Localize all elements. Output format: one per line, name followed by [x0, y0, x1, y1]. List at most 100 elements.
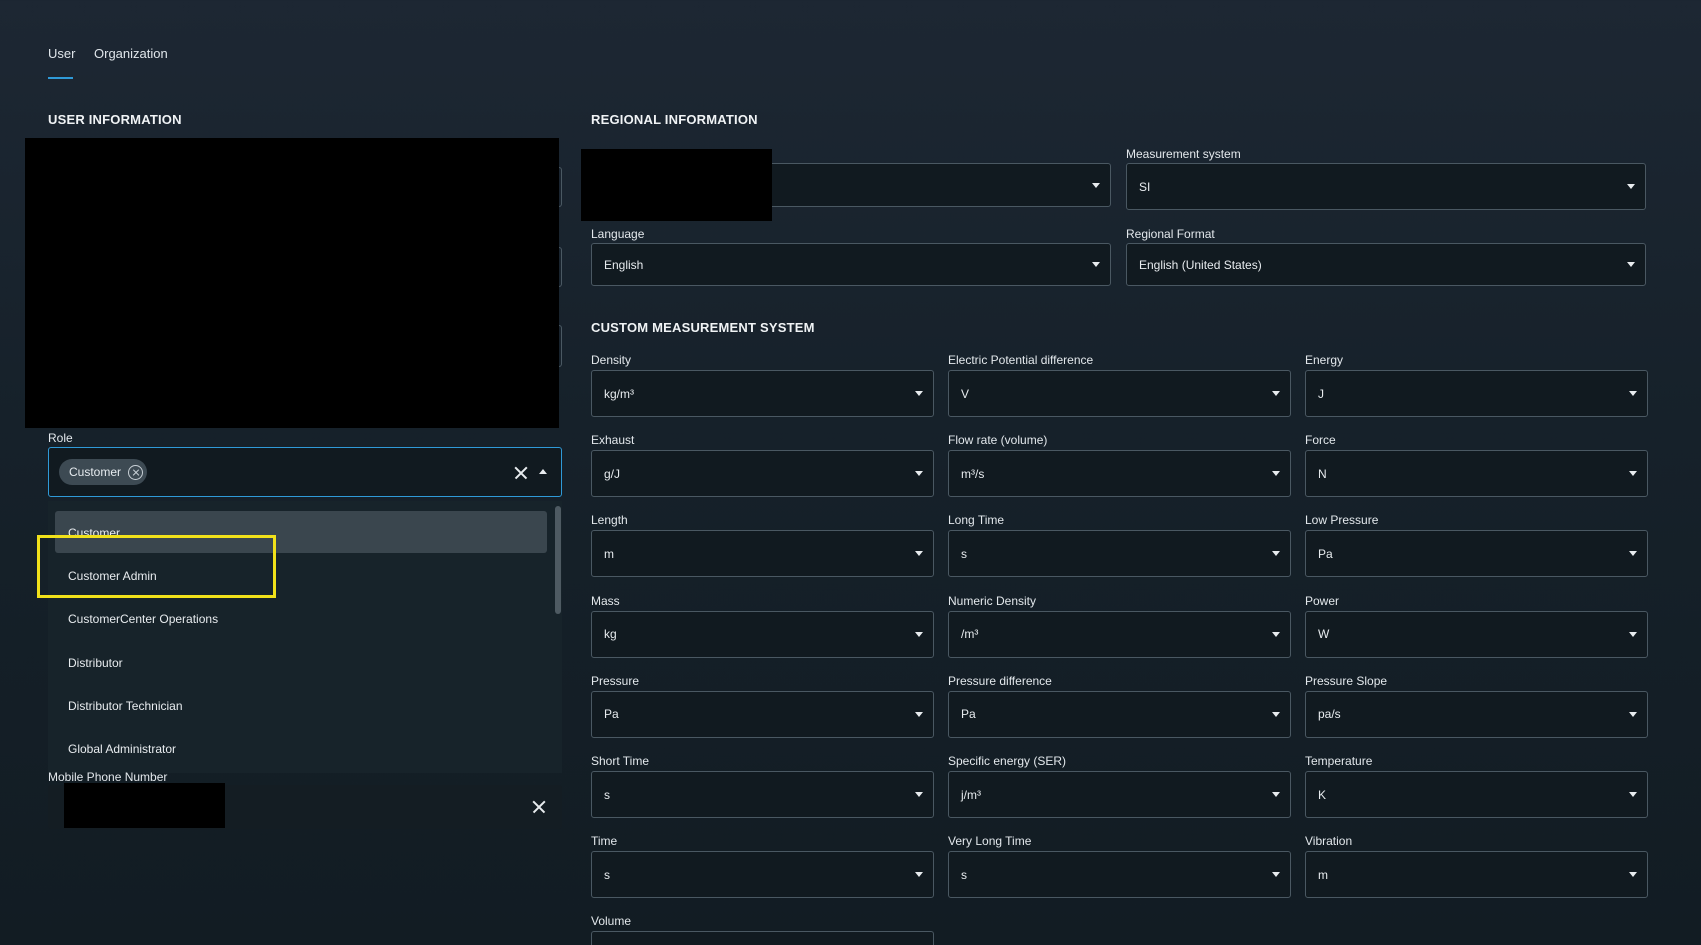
chevron-down-icon	[1272, 711, 1280, 717]
role-option-customercenter-operations[interactable]: CustomerCenter Operations	[68, 612, 218, 626]
time-select[interactable]: s	[591, 851, 934, 899]
chevron-down-icon	[915, 391, 923, 396]
density-value: kg/m³	[604, 386, 634, 401]
chevron-down-icon	[1272, 471, 1280, 477]
vibration-value: m	[1318, 867, 1328, 882]
force-select[interactable]: N	[1305, 450, 1648, 498]
exhaust-label: Exhaust	[591, 433, 635, 448]
pressure-slope-label: Pressure Slope	[1305, 673, 1388, 688]
electric-potential-difference-select[interactable]: V	[948, 370, 1291, 417]
energy-select[interactable]: J	[1305, 370, 1648, 417]
chevron-down-icon	[1092, 182, 1100, 188]
measurement-system-label: Measurement system	[1126, 147, 1241, 161]
clear-phone-icon[interactable]	[532, 800, 546, 814]
chevron-down-icon	[1272, 792, 1280, 797]
exhaust-select[interactable]: g/J	[591, 450, 934, 498]
custom-measurement-system-title: CUSTOM MEASUREMENT SYSTEM	[591, 320, 815, 335]
tab-organization[interactable]: Organization	[94, 46, 168, 61]
chevron-down-icon	[1629, 471, 1637, 477]
pressure-difference-select[interactable]: Pa	[948, 690, 1291, 738]
measurement-system-select[interactable]: SI	[1126, 163, 1646, 210]
language-label: Language	[591, 227, 645, 241]
long-time-value: s	[961, 546, 967, 561]
flow-rate-volume-label: Flow rate (volume)	[948, 433, 1048, 448]
measurement-system-value: SI	[1139, 179, 1151, 194]
chevron-down-icon	[915, 631, 923, 637]
mobile-phone-label: Mobile Phone Number	[48, 770, 168, 784]
energy-label: Energy	[1305, 353, 1344, 367]
role-option-distributor-technician[interactable]: Distributor Technician	[68, 699, 183, 713]
low-pressure-value: Pa	[1318, 546, 1333, 561]
short-time-select[interactable]: s	[591, 771, 934, 818]
chevron-down-icon	[915, 872, 923, 878]
pressure-select[interactable]: Pa	[591, 690, 934, 738]
numeric-density-value: /m³	[961, 627, 979, 642]
pressure-difference-value: Pa	[961, 707, 976, 722]
role-select[interactable]: Customer	[48, 447, 562, 497]
chevron-down-icon	[1627, 184, 1635, 189]
power-value: W	[1318, 627, 1330, 642]
mass-select[interactable]: kg	[591, 610, 934, 658]
temperature-value: K	[1318, 787, 1327, 802]
low-pressure-select[interactable]: Pa	[1305, 530, 1648, 578]
energy-value: J	[1318, 386, 1324, 401]
specific-energy-ser-value: j/m³	[961, 787, 981, 802]
long-time-label: Long Time	[948, 513, 1005, 528]
electric-potential-difference-value: V	[961, 386, 970, 401]
very-long-time-value: s	[961, 867, 967, 882]
very-long-time-select[interactable]: s	[948, 851, 1291, 899]
length-label: Length	[591, 513, 628, 528]
volume-select[interactable]	[591, 931, 934, 945]
density-label: Density	[591, 353, 632, 367]
chevron-down-icon	[1629, 711, 1637, 717]
specific-energy-ser-select[interactable]: j/m³	[948, 771, 1291, 818]
pressure-value: Pa	[604, 707, 619, 722]
length-value: m	[604, 546, 614, 561]
chevron-down-icon	[1272, 631, 1280, 637]
force-value: N	[1318, 466, 1327, 481]
time-value: s	[604, 867, 610, 882]
time-label: Time	[591, 834, 618, 849]
short-time-label: Short Time	[591, 754, 650, 768]
numeric-density-select[interactable]: /m³	[948, 610, 1291, 658]
active-tab-indicator	[48, 77, 73, 79]
length-select[interactable]: m	[591, 530, 934, 578]
chevron-down-icon	[1629, 391, 1637, 396]
role-option-distributor[interactable]: Distributor	[68, 656, 123, 670]
role-chip-label: Customer	[69, 465, 122, 479]
clear-icon[interactable]	[514, 466, 528, 480]
regional-information-title: REGIONAL INFORMATION	[591, 112, 758, 127]
language-select[interactable]: English	[591, 243, 1111, 286]
very-long-time-label: Very Long Time	[948, 834, 1032, 849]
chevron-down-icon	[915, 551, 923, 557]
role-option-global-administrator[interactable]: Global Administrator	[68, 742, 176, 756]
dropdown-scrollbar[interactable]	[555, 506, 561, 614]
mass-value: kg	[604, 627, 617, 642]
numeric-density-label: Numeric Density	[948, 593, 1037, 608]
temperature-select[interactable]: K	[1305, 771, 1648, 818]
pressure-slope-select[interactable]: pa/s	[1305, 690, 1648, 738]
chevron-down-icon	[1272, 391, 1280, 396]
chip-remove-icon[interactable]	[128, 464, 144, 480]
role-label: Role	[48, 431, 73, 445]
regional-format-label: Regional Format	[1126, 227, 1215, 241]
power-label: Power	[1305, 593, 1340, 608]
chevron-down-icon	[1629, 631, 1637, 637]
flow-rate-volume-value: m³/s	[961, 466, 985, 481]
chevron-up-icon[interactable]	[539, 469, 547, 474]
chevron-down-icon	[1092, 262, 1100, 267]
pressure-slope-value: pa/s	[1318, 707, 1341, 722]
power-select[interactable]: W	[1305, 610, 1648, 658]
chevron-down-icon	[1629, 792, 1637, 797]
flow-rate-volume-select[interactable]: m³/s	[948, 450, 1291, 498]
pressure-difference-label: Pressure difference	[948, 673, 1052, 688]
language-value: English	[604, 257, 644, 272]
regional-format-select[interactable]: English (United States)	[1126, 243, 1646, 286]
temperature-label: Temperature	[1305, 754, 1373, 768]
electric-potential-difference-label: Electric Potential difference	[948, 353, 1094, 367]
volume-label: Volume	[591, 914, 632, 929]
density-select[interactable]: kg/m³	[591, 370, 934, 417]
tab-user[interactable]: User	[48, 46, 75, 61]
vibration-select[interactable]: m	[1305, 851, 1648, 899]
long-time-select[interactable]: s	[948, 530, 1291, 578]
